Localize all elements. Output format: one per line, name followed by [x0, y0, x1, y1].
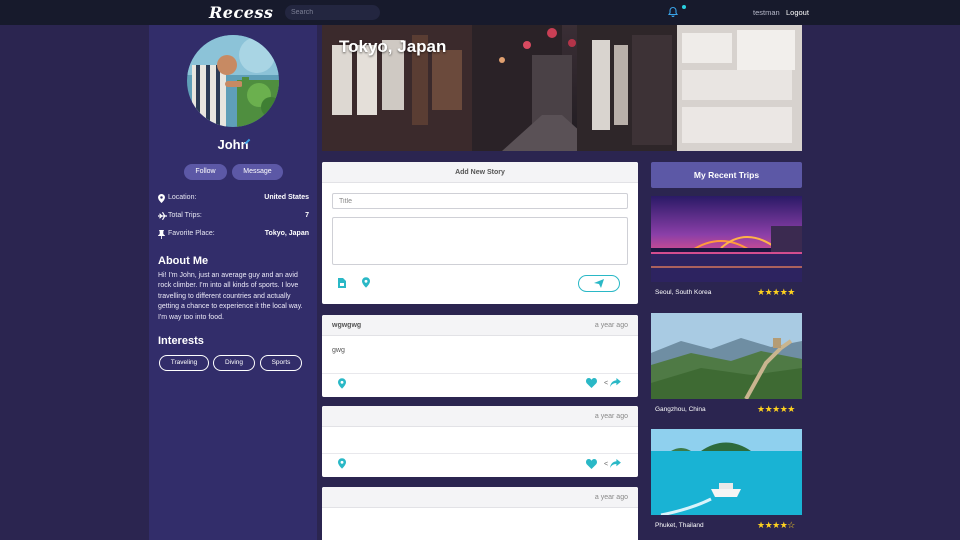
share-icon[interactable] [610, 459, 621, 468]
nav-username-link[interactable]: testman [753, 8, 780, 17]
favorite-place-value: Tokyo, Japan [264, 230, 309, 237]
story-body-textarea[interactable] [332, 217, 628, 265]
total-trips-row: Total Trips: 7 [158, 210, 309, 222]
plane-icon [158, 212, 167, 220]
post-username[interactable]: wgwgwg [332, 322, 361, 329]
attach-image-icon[interactable] [338, 278, 346, 288]
story-title-input[interactable] [332, 193, 628, 209]
recent-trips-heading: My Recent Trips [651, 162, 802, 188]
send-story-button[interactable] [578, 275, 620, 292]
total-trips-label: Total Trips: [168, 212, 202, 219]
new-story-heading: Add New Story [322, 162, 638, 183]
map-marker-icon [158, 194, 165, 203]
trip-image-thailand[interactable] [651, 429, 802, 515]
location-row: Location: United States [158, 192, 309, 204]
post-card: a year ago [322, 487, 638, 540]
post-timestamp: a year ago [594, 413, 628, 420]
trip-rating-stars: ★★★★★ [757, 287, 795, 297]
post-card: wgwgwg a year ago gwg < [322, 315, 638, 397]
add-location-icon[interactable] [362, 277, 370, 288]
heart-icon[interactable] [586, 378, 597, 388]
interests-heading: Interests [158, 335, 204, 347]
location-icon[interactable] [338, 458, 346, 469]
pushpin-icon [158, 230, 165, 239]
location-label: Location: [168, 194, 197, 201]
interest-tag-diving[interactable]: Diving [213, 355, 255, 371]
search-input[interactable] [285, 5, 380, 20]
post-header: wgwgwg a year ago [322, 315, 638, 336]
trip-image-china[interactable] [651, 313, 802, 399]
paper-plane-icon [594, 279, 604, 288]
location-icon[interactable] [338, 378, 346, 389]
trip-rating-stars: ★★★★☆ [757, 520, 795, 530]
notification-dot [682, 5, 686, 9]
favorite-place-row: Favorite Place: Tokyo, Japan [158, 228, 309, 240]
post-timestamp: a year ago [594, 322, 628, 329]
bell-icon[interactable] [667, 6, 679, 18]
trip-name: Seoul, South Korea [655, 289, 712, 296]
post-header: a year ago [322, 406, 638, 427]
location-value: United States [264, 194, 309, 201]
message-button[interactable]: Message [232, 164, 283, 180]
favorite-place-label: Favorite Place: [168, 230, 215, 237]
share-count: < [604, 380, 609, 387]
share-icon[interactable] [610, 378, 621, 387]
trip-name: Gangzhou, China [655, 406, 706, 413]
interest-tag-traveling[interactable]: Traveling [159, 355, 209, 371]
profile-name: John [217, 137, 249, 152]
post-card: a year ago < [322, 406, 638, 477]
heart-icon[interactable] [586, 459, 597, 469]
follow-button[interactable]: Follow [184, 164, 227, 180]
interest-tag-sports[interactable]: Sports [260, 355, 302, 371]
hero-title: Tokyo, Japan [339, 37, 447, 56]
total-trips-value: 7 [305, 212, 309, 219]
profile-avatar [187, 35, 279, 127]
post-header: a year ago [322, 487, 638, 508]
logout-link[interactable]: Logout [786, 8, 809, 17]
post-body: gwg [332, 347, 345, 354]
post-divider [322, 373, 638, 374]
edit-icon[interactable] [244, 138, 251, 145]
hero-banner: Tokyo, Japan [322, 25, 802, 151]
post-divider [322, 453, 638, 454]
trip-image-seoul[interactable] [651, 196, 802, 282]
post-timestamp: a year ago [594, 494, 628, 501]
trip-name: Phuket, Thailand [655, 522, 704, 529]
about-heading: About Me [158, 255, 209, 267]
brand-logo[interactable]: Recess [209, 3, 273, 22]
share-count: < [604, 461, 609, 468]
top-navbar: Recess testman Logout [0, 0, 960, 25]
trip-rating-stars: ★★★★★ [757, 404, 795, 414]
about-text: Hi! I'm John, just an average guy and an… [158, 272, 303, 321]
profile-sidebar: John Follow Message Location: United Sta… [149, 25, 317, 540]
new-story-card: Add New Story [322, 162, 638, 304]
